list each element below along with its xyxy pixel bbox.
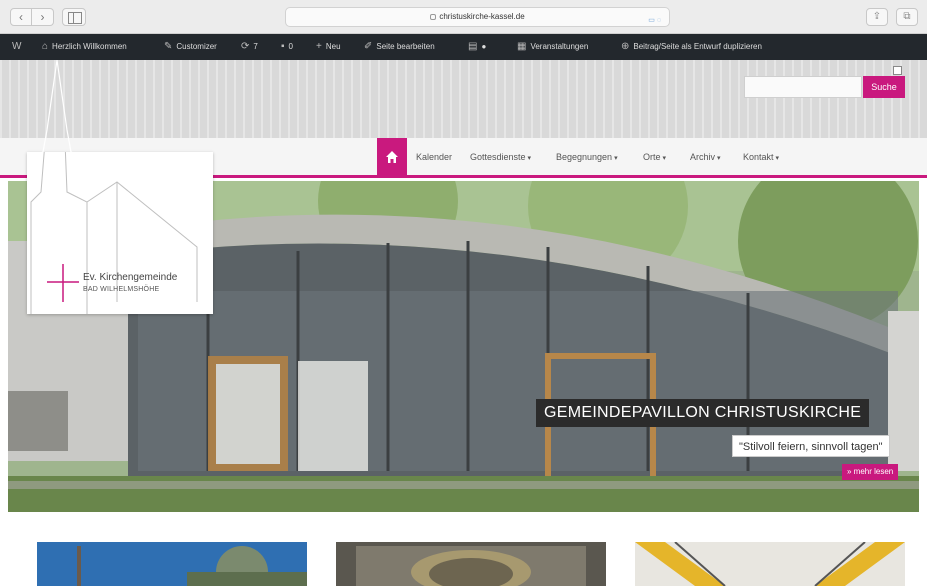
admin-comments-count: 0 <box>288 42 293 51</box>
home-icon <box>386 151 398 163</box>
admin-events[interactable]: ▦ Veranstaltungen <box>517 34 588 60</box>
admin-new-label: Neu <box>325 42 341 51</box>
hero-title: GEMEINDEPAVILLON CHRISTUSKIRCHE <box>536 399 870 427</box>
hero-subtitle: "Stilvoll feiern, sinnvoll tagen" <box>732 435 890 457</box>
admin-site-name[interactable]: ⌂ Herzlich Willkommen <box>42 34 127 60</box>
wordpress-icon: W <box>12 41 22 52</box>
tabs-button[interactable]: ⧉ <box>896 8 918 26</box>
comment-icon: ▪ <box>281 41 285 52</box>
teaser-photo <box>635 542 905 586</box>
page: ‹ › christuskirche-kassel.de ▭ ◌ ⇪ ⧉ W ⌂… <box>0 0 927 586</box>
brush-icon: ✎ <box>164 41 173 52</box>
nav-label: Orte <box>643 152 661 162</box>
admin-events-label: Veranstaltungen <box>530 42 589 51</box>
wp-logo-menu[interactable]: W <box>12 34 25 60</box>
url-text: christuskirche-kassel.de <box>439 12 525 21</box>
header-pattern <box>0 60 927 138</box>
admin-duplicate[interactable]: ⊕ Beitrag/Seite als Entwurf duplizieren <box>621 34 762 60</box>
logo-subtitle: BAD WILHELMSHÖHE <box>83 286 160 293</box>
reader-icon[interactable]: ▭ ◌ <box>648 12 661 30</box>
nav-label: Gottesdienste <box>470 152 526 162</box>
share-button[interactable]: ⇪ <box>866 8 888 26</box>
nav-begegnungen[interactable]: Begegnungen ▾ <box>556 152 618 162</box>
admin-new[interactable]: + Neu <box>316 34 341 60</box>
chevron-down-icon: ▾ <box>717 155 721 162</box>
home-icon: ⌂ <box>42 41 49 52</box>
admin-duplicate-label: Beitrag/Seite als Entwurf duplizieren <box>633 42 762 51</box>
back-button[interactable]: ‹ <box>10 8 32 26</box>
nav-label: Archiv <box>690 152 716 162</box>
nav-label: Kontakt <box>743 152 774 162</box>
admin-plugin-item[interactable]: ▤ ● <box>468 34 486 60</box>
teaser-image-1[interactable] <box>37 542 307 586</box>
nav-gottesdienste[interactable]: Gottesdienste ▾ <box>470 152 531 162</box>
chevron-down-icon: ▾ <box>614 155 618 162</box>
history-buttons: ‹ › <box>10 8 54 26</box>
nav-orte[interactable]: Orte ▾ <box>643 152 666 162</box>
admin-customizer-label: Customizer <box>176 42 217 51</box>
nav-archiv[interactable]: Archiv ▾ <box>690 152 721 162</box>
admin-updates[interactable]: ⟳ 7 <box>241 34 258 60</box>
admin-site-label: Herzlich Willkommen <box>52 42 127 51</box>
teaser-photo <box>37 542 307 586</box>
church-spire-icon <box>27 60 87 161</box>
chevron-down-icon: ▾ <box>527 155 532 162</box>
header-widget-icon[interactable] <box>893 66 902 75</box>
updates-icon: ⟳ <box>241 41 250 52</box>
admin-status-dot: ● <box>481 42 487 51</box>
browser-toolbar: ‹ › christuskirche-kassel.de ▭ ◌ ⇪ ⧉ <box>0 0 927 34</box>
admin-edit-page[interactable]: ✐ Seite bearbeiten <box>364 34 435 60</box>
search-input[interactable] <box>744 76 862 98</box>
home-button[interactable] <box>377 138 407 178</box>
duplicate-icon: ⊕ <box>621 41 630 52</box>
nav-label: Begegnungen <box>556 152 613 162</box>
chevron-down-icon: ▾ <box>662 155 667 162</box>
search-button[interactable]: Suche <box>863 76 905 98</box>
admin-updates-count: 7 <box>253 42 258 51</box>
admin-edit-label: Seite bearbeiten <box>376 42 435 51</box>
calendar-icon: ▦ <box>517 41 527 52</box>
sidebar-toggle-button[interactable] <box>62 8 86 26</box>
forward-button[interactable]: › <box>32 8 54 26</box>
pencil-icon: ✐ <box>364 41 373 52</box>
admin-customizer[interactable]: ✎ Customizer <box>164 34 217 60</box>
lock-icon <box>430 13 437 20</box>
wp-admin-bar: W ⌂ Herzlich Willkommen ✎ Customizer ⟳ 7 ▪ 0… <box>0 34 927 60</box>
logo-name: Ev. Kirchengemeinde <box>83 272 178 283</box>
address-bar[interactable]: christuskirche-kassel.de ▭ ◌ <box>285 7 670 27</box>
teaser-photo <box>336 542 606 586</box>
teaser-image-3[interactable] <box>635 542 905 586</box>
admin-comments[interactable]: ▪ 0 <box>281 34 293 60</box>
nav-label: Kalender <box>416 152 453 162</box>
plus-icon: + <box>316 41 322 52</box>
teaser-image-2[interactable] <box>336 542 606 586</box>
read-more-link[interactable]: » mehr lesen <box>842 464 899 480</box>
layout-icon: ▤ <box>468 41 478 52</box>
nav-kontakt[interactable]: Kontakt ▾ <box>743 152 779 162</box>
chevron-down-icon: ▾ <box>775 155 780 162</box>
nav-kalender[interactable]: Kalender <box>416 152 452 162</box>
